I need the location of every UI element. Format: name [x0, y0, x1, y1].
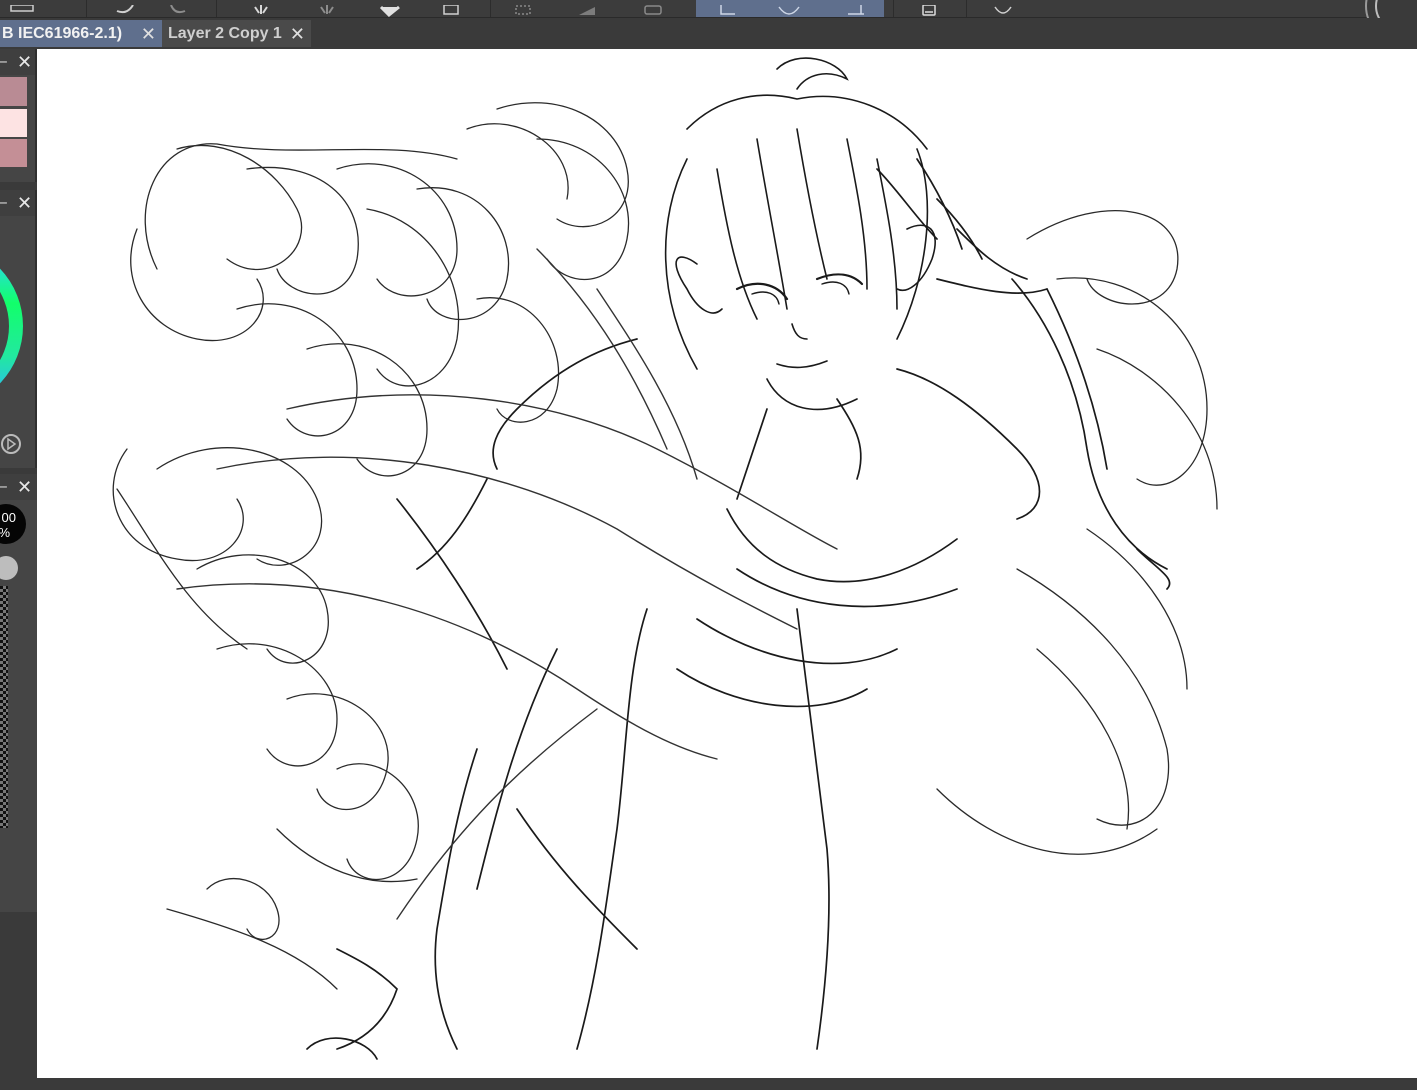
- tab-label: B IEC61966-2.1): [2, 24, 123, 42]
- color-wheel-icon[interactable]: [0, 218, 35, 468]
- lasso-mode-icon[interactable]: [710, 0, 744, 17]
- opacity-slider-knob[interactable]: [0, 556, 18, 580]
- selection-layer-icon[interactable]: [636, 0, 670, 17]
- panel-header: – ✕: [0, 474, 42, 500]
- minimize-icon[interactable]: –: [0, 478, 7, 496]
- toolbar-separator: [216, 0, 217, 17]
- color-swatch[interactable]: [0, 139, 27, 167]
- sketch-artwork: [112, 57, 1218, 1060]
- redo-icon[interactable]: [160, 0, 194, 17]
- color-swatch[interactable]: [0, 109, 27, 137]
- opacity-indicator[interactable]: 00 %: [0, 504, 26, 544]
- close-icon[interactable]: ✕: [17, 477, 32, 498]
- panel-header: – ✕: [0, 190, 35, 216]
- toolbar-button[interactable]: [0, 0, 40, 17]
- opacity-unit: %: [0, 525, 16, 540]
- status-strip: [0, 1078, 1417, 1090]
- transform-icon[interactable]: [434, 0, 468, 17]
- fill-icon[interactable]: [372, 0, 408, 17]
- document-tab-bar: B IEC61966-2.1) ✕ Layer 2 Copy 1 ✕: [0, 18, 1417, 49]
- opacity-value: 00: [1, 510, 16, 525]
- minimize-icon[interactable]: –: [0, 194, 7, 212]
- device-icon[interactable]: [912, 0, 946, 17]
- tab-document-layer[interactable]: Layer 2 Copy 1 ✕: [162, 20, 311, 47]
- clear-icon[interactable]: [244, 0, 278, 17]
- panel-header: – ✕: [0, 49, 35, 75]
- comment-icon[interactable]: [986, 0, 1020, 17]
- clear-outside-icon[interactable]: [310, 0, 344, 17]
- color-set-panel: – ✕: [0, 49, 37, 182]
- toolbar-separator: [966, 0, 967, 17]
- undo-icon[interactable]: [108, 0, 142, 17]
- minimize-icon[interactable]: –: [0, 53, 7, 71]
- toolbar-separator: [893, 0, 894, 17]
- top-toolbar: [0, 0, 1417, 18]
- color-wheel-panel: – ✕: [0, 190, 37, 468]
- toolbar-separator: [86, 0, 87, 17]
- opacity-slider-track[interactable]: [0, 586, 8, 828]
- close-icon[interactable]: ✕: [17, 52, 32, 73]
- drawing-canvas[interactable]: [37, 49, 1417, 1078]
- tab-label: Layer 2 Copy 1: [168, 24, 282, 42]
- invert-selection-icon[interactable]: [570, 0, 604, 17]
- deselect-icon[interactable]: [506, 0, 540, 17]
- close-icon[interactable]: ✕: [17, 193, 32, 214]
- toolbar-separator: [490, 0, 491, 17]
- color-swatch[interactable]: [0, 77, 27, 106]
- rectangle-mode-icon[interactable]: [838, 0, 872, 17]
- close-icon[interactable]: ✕: [141, 25, 156, 43]
- close-icon[interactable]: ✕: [290, 25, 305, 43]
- ellipse-mode-icon[interactable]: [772, 0, 806, 17]
- tab-document-active[interactable]: B IEC61966-2.1) ✕: [0, 20, 162, 47]
